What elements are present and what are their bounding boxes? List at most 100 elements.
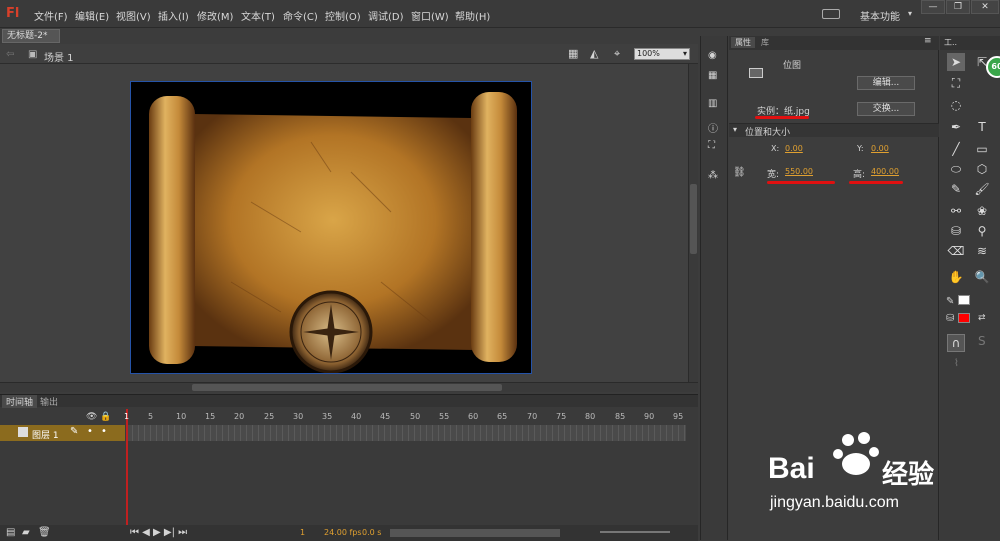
center-stage-icon[interactable]: ⌖ [614,47,620,61]
restore-button[interactable]: ❐ [946,0,970,14]
stage[interactable] [130,81,532,374]
tab-library[interactable]: 库 [761,37,769,48]
tab-output[interactable]: 输出 [40,395,58,408]
pencil-tool-icon[interactable]: ✎ [947,180,965,198]
watermark-url: jingyan.baidu.com [770,494,899,511]
pen-tool-icon[interactable]: ✒ [947,118,965,136]
menu-commands[interactable]: 命令(C) [283,8,318,23]
annotation-underline [767,181,835,184]
oval-tool-icon[interactable]: ⬭ [947,160,965,178]
align-icon[interactable]: ▥ [708,98,717,109]
rectangle-tool-icon[interactable]: ▭ [973,140,991,158]
frame-number: 30 [293,412,304,421]
scroll-thumb[interactable] [192,384,502,391]
menu-modify[interactable]: 修改(M) [197,8,233,23]
close-button[interactable]: ✕ [971,0,999,14]
menu-view[interactable]: 视图(V) [116,8,151,23]
timeline-tabbar: 时间轴 输出 [0,395,698,408]
text-tool-icon[interactable]: T [973,118,991,136]
menu-control[interactable]: 控制(O) [325,8,361,23]
y-value[interactable]: 0.00 [871,144,889,153]
selection-tool-icon[interactable]: ➤ [947,53,965,71]
deco-tool-icon[interactable]: ❀ [973,202,991,220]
width-value[interactable]: 550.00 [785,167,813,176]
x-value[interactable]: 0.00 [785,144,803,153]
eyedropper-tool-icon[interactable]: ⚲ [973,222,991,240]
components-icon[interactable]: ⁂ [708,170,718,181]
scroll-bitmap[interactable] [131,82,532,374]
scene-bar: ⇦ ▣ 场景 1 ▦ ◭ ⌖ 100% ▾ [0,44,698,64]
timeline-footer: ▤ ▰ 🗑 ⏮ ◀ ▶ ▶| ⏭ 1 24.00 fps 0.0 s [0,525,698,541]
frame-rate[interactable]: 24.00 fps [324,528,362,537]
transform-icon[interactable]: ⛶ [708,140,715,151]
zoom-tool-icon[interactable]: 🔍 [973,268,991,286]
eye-icon[interactable]: 👁 [86,412,97,422]
sync-icon[interactable] [822,9,840,19]
layer-name[interactable]: 图层 1 [32,428,59,441]
menu-edit[interactable]: 编辑(E) [75,8,109,23]
frame-number: 25 [264,412,275,421]
lasso-tool-icon[interactable]: ◌ [947,96,965,114]
stroke-color-swatch[interactable] [958,295,970,305]
brush-tool-icon[interactable]: 🖌 [973,180,991,198]
frame-number: 50 [410,412,421,421]
annotation-underline [849,181,903,184]
trash-icon[interactable]: 🗑 [38,527,51,538]
paint-bucket-tool-icon[interactable]: ⛁ [947,222,965,240]
link-icon[interactable]: ⛓ [733,167,746,178]
back-arrow-icon[interactable]: ⇦ [6,49,14,60]
frame-strip[interactable] [126,425,686,441]
menu-file[interactable]: 文件(F) [34,8,68,23]
line-tool-icon[interactable]: ╱ [947,140,965,158]
panel-menu-icon[interactable]: ≡ [924,36,932,46]
edit-scene-icon[interactable]: ▦ [568,47,578,60]
menu-text[interactable]: 文本(T) [241,8,275,23]
new-layer-icon[interactable]: ▤ [6,527,15,538]
polystar-tool-icon[interactable]: ⬡ [973,160,991,178]
menu-insert[interactable]: 插入(I) [158,8,189,23]
lock-icon[interactable]: 🔒 [100,412,111,422]
stage-vertical-scrollbar[interactable] [688,64,698,382]
layer-row[interactable]: 图层 1 ✎ • • [0,425,125,441]
swap-colors-icon[interactable]: ⇄ [978,313,986,323]
frame-number: 5 [148,412,154,421]
width-tool-icon[interactable]: ≋ [973,242,991,260]
zoom-select[interactable]: 100% ▾ [634,48,690,60]
hand-tool-icon[interactable]: ✋ [947,268,965,286]
new-folder-icon[interactable]: ▰ [22,527,30,538]
workspace-switcher[interactable]: 基本功能 [860,8,900,23]
fill-color-swatch[interactable] [958,313,970,323]
timeline-hscrollbar[interactable] [390,529,560,537]
elapsed-time: 0.0 s [362,528,382,537]
tab-timeline[interactable]: 时间轴 [2,395,38,408]
tab-properties[interactable]: 属性 [731,37,755,48]
playhead[interactable] [126,409,128,527]
minimize-button[interactable]: — [921,0,945,14]
eraser-tool-icon[interactable]: ⌫ [947,242,965,260]
menu-window[interactable]: 窗口(W) [411,8,449,23]
visibility-dot[interactable]: • [87,426,93,437]
playback-controls[interactable]: ⏮ ◀ ▶ ▶| ⏭ [130,527,187,538]
color-panel-icon[interactable]: ◉ [708,50,717,61]
swap-button[interactable]: 交换... [857,102,915,116]
stage-horizontal-scrollbar[interactable] [0,382,698,392]
section-header[interactable]: ▾ 位置和大小 [729,123,939,138]
snap-to-objects-icon[interactable]: ∩ [947,334,965,352]
lock-dot[interactable]: • [101,426,107,437]
height-value[interactable]: 400.00 [871,167,899,176]
annotation-underline [755,116,809,119]
info-icon[interactable]: ⓘ [708,120,718,135]
zoom-slider[interactable] [600,531,670,533]
edit-button[interactable]: 编辑... [857,76,915,90]
smooth-icon[interactable]: S [978,334,986,348]
bone-tool-icon[interactable]: ⚯ [947,202,965,220]
menu-debug[interactable]: 调试(D) [368,8,404,23]
current-frame: 1 [300,528,306,537]
scroll-thumb[interactable] [690,184,697,254]
document-tab[interactable]: 无标题-2* [2,29,60,43]
menu-help[interactable]: 帮助(H) [455,8,490,23]
edit-symbol-icon[interactable]: ◭ [590,47,598,60]
straighten-icon[interactable]: ⌇ [954,358,959,369]
free-transform-tool-icon[interactable]: ⛶ [947,74,965,92]
swatches-icon[interactable]: ▦ [708,70,717,81]
